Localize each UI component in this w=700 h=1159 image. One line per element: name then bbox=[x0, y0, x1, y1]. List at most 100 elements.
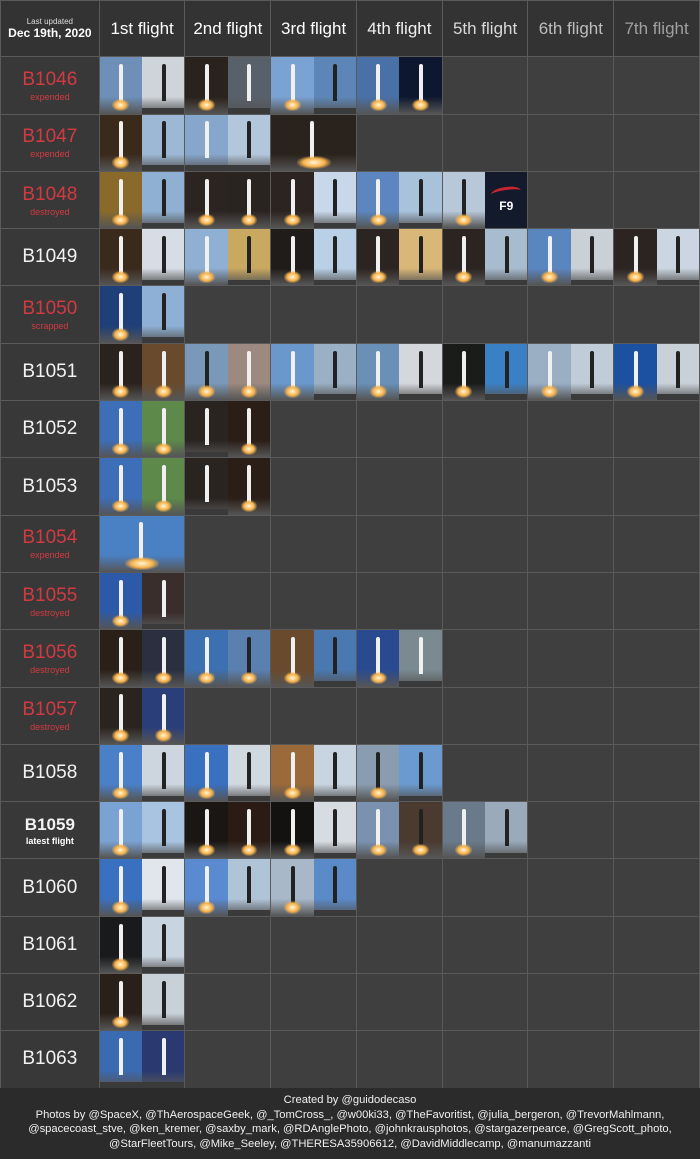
launch-photo[interactable] bbox=[142, 401, 185, 458]
launch-photo[interactable] bbox=[99, 458, 143, 515]
launch-photo[interactable] bbox=[227, 859, 271, 916]
launch-photo[interactable] bbox=[356, 630, 400, 687]
launch-photo[interactable] bbox=[227, 171, 271, 229]
launch-photo[interactable] bbox=[356, 343, 400, 401]
launch-photo[interactable] bbox=[399, 630, 442, 687]
launch-photo[interactable] bbox=[442, 343, 486, 401]
launch-photo[interactable] bbox=[142, 859, 185, 916]
launch-photo[interactable] bbox=[99, 171, 143, 229]
launch-photo[interactable] bbox=[227, 802, 271, 859]
launch-photo[interactable] bbox=[185, 171, 228, 229]
launch-photo[interactable] bbox=[99, 916, 143, 974]
launch-photo[interactable] bbox=[227, 458, 271, 515]
launch-photo[interactable] bbox=[313, 171, 356, 229]
launch-photo[interactable] bbox=[99, 859, 143, 916]
launch-photo[interactable] bbox=[142, 458, 185, 515]
launch-photo[interactable] bbox=[99, 401, 143, 458]
launch-photo[interactable] bbox=[185, 859, 228, 916]
launch-photo[interactable] bbox=[399, 343, 442, 401]
launch-photo[interactable] bbox=[399, 802, 442, 859]
launch-photo[interactable] bbox=[227, 744, 271, 802]
launch-photo[interactable] bbox=[142, 744, 185, 802]
launch-photo[interactable] bbox=[99, 57, 143, 114]
launch-photo[interactable] bbox=[271, 57, 314, 114]
launch-photo[interactable] bbox=[399, 171, 442, 229]
launch-photo[interactable] bbox=[313, 57, 356, 114]
launch-photo[interactable] bbox=[313, 229, 356, 286]
launch-photo[interactable] bbox=[227, 229, 271, 286]
launch-photo[interactable] bbox=[313, 744, 356, 802]
launch-photo[interactable] bbox=[142, 286, 185, 343]
launch-photo[interactable] bbox=[142, 630, 185, 687]
launch-photo[interactable] bbox=[142, 687, 185, 744]
launch-photo[interactable] bbox=[185, 229, 228, 286]
launch-photo[interactable] bbox=[142, 802, 185, 859]
launch-photo[interactable] bbox=[99, 572, 143, 630]
launch-photo[interactable] bbox=[271, 114, 356, 171]
launch-photo[interactable] bbox=[185, 343, 228, 401]
launch-photo[interactable] bbox=[99, 114, 143, 171]
launch-photo[interactable] bbox=[313, 630, 356, 687]
launch-photo[interactable] bbox=[99, 802, 143, 859]
launch-photo[interactable] bbox=[99, 343, 143, 401]
launch-photo[interactable] bbox=[227, 57, 271, 114]
launch-photo[interactable] bbox=[142, 343, 185, 401]
launch-photo[interactable] bbox=[142, 171, 185, 229]
launch-photo[interactable] bbox=[185, 401, 228, 458]
launch-photo[interactable] bbox=[356, 802, 400, 859]
launch-photo[interactable] bbox=[485, 343, 528, 401]
launch-photo[interactable] bbox=[399, 229, 442, 286]
launch-photo[interactable] bbox=[656, 343, 699, 401]
launch-photo[interactable] bbox=[313, 802, 356, 859]
launch-photo[interactable] bbox=[99, 744, 143, 802]
launch-photo[interactable] bbox=[142, 1031, 185, 1088]
launch-photo[interactable] bbox=[271, 744, 314, 802]
launch-photo[interactable] bbox=[442, 171, 486, 229]
launch-photo[interactable] bbox=[99, 630, 143, 687]
launch-photo[interactable] bbox=[656, 229, 699, 286]
launch-photo[interactable] bbox=[142, 57, 185, 114]
launch-photo[interactable] bbox=[271, 630, 314, 687]
launch-photo[interactable] bbox=[99, 687, 143, 744]
launch-photo[interactable] bbox=[142, 974, 185, 1031]
launch-photo[interactable] bbox=[142, 572, 185, 630]
launch-photo[interactable] bbox=[99, 229, 143, 286]
launch-photo[interactable] bbox=[227, 114, 271, 171]
launch-photo[interactable] bbox=[313, 859, 356, 916]
launch-photo[interactable] bbox=[185, 57, 228, 114]
launch-photo[interactable] bbox=[185, 458, 228, 515]
launch-photo[interactable] bbox=[356, 744, 400, 802]
launch-photo[interactable] bbox=[442, 229, 486, 286]
launch-photo[interactable] bbox=[485, 229, 528, 286]
launch-photo[interactable] bbox=[313, 343, 356, 401]
launch-photo[interactable] bbox=[271, 802, 314, 859]
launch-photo[interactable] bbox=[271, 171, 314, 229]
launch-photo[interactable] bbox=[356, 229, 400, 286]
launch-photo[interactable] bbox=[142, 229, 185, 286]
launch-photo[interactable] bbox=[356, 171, 400, 229]
launch-photo[interactable] bbox=[485, 802, 528, 859]
launch-photo[interactable] bbox=[185, 744, 228, 802]
launch-photo[interactable] bbox=[271, 859, 314, 916]
launch-photo[interactable] bbox=[227, 343, 271, 401]
launch-photo[interactable] bbox=[528, 229, 571, 286]
launch-photo[interactable] bbox=[142, 916, 185, 974]
launch-photo[interactable] bbox=[614, 229, 657, 286]
launch-photo[interactable] bbox=[99, 286, 143, 343]
launch-photo[interactable] bbox=[185, 114, 228, 171]
launch-photo[interactable] bbox=[99, 974, 143, 1031]
launch-photo[interactable] bbox=[271, 343, 314, 401]
launch-photo[interactable] bbox=[399, 57, 442, 114]
launch-photo[interactable] bbox=[185, 630, 228, 687]
launch-photo[interactable] bbox=[99, 1031, 143, 1088]
launch-photo[interactable] bbox=[399, 744, 442, 802]
launch-photo[interactable] bbox=[528, 343, 571, 401]
launch-photo[interactable] bbox=[227, 630, 271, 687]
launch-photo[interactable] bbox=[271, 229, 314, 286]
launch-photo[interactable] bbox=[614, 343, 657, 401]
launch-photo[interactable] bbox=[142, 114, 185, 171]
launch-photo[interactable] bbox=[99, 515, 185, 572]
launch-photo[interactable] bbox=[570, 343, 614, 401]
launch-photo[interactable] bbox=[227, 401, 271, 458]
launch-photo[interactable] bbox=[570, 229, 614, 286]
